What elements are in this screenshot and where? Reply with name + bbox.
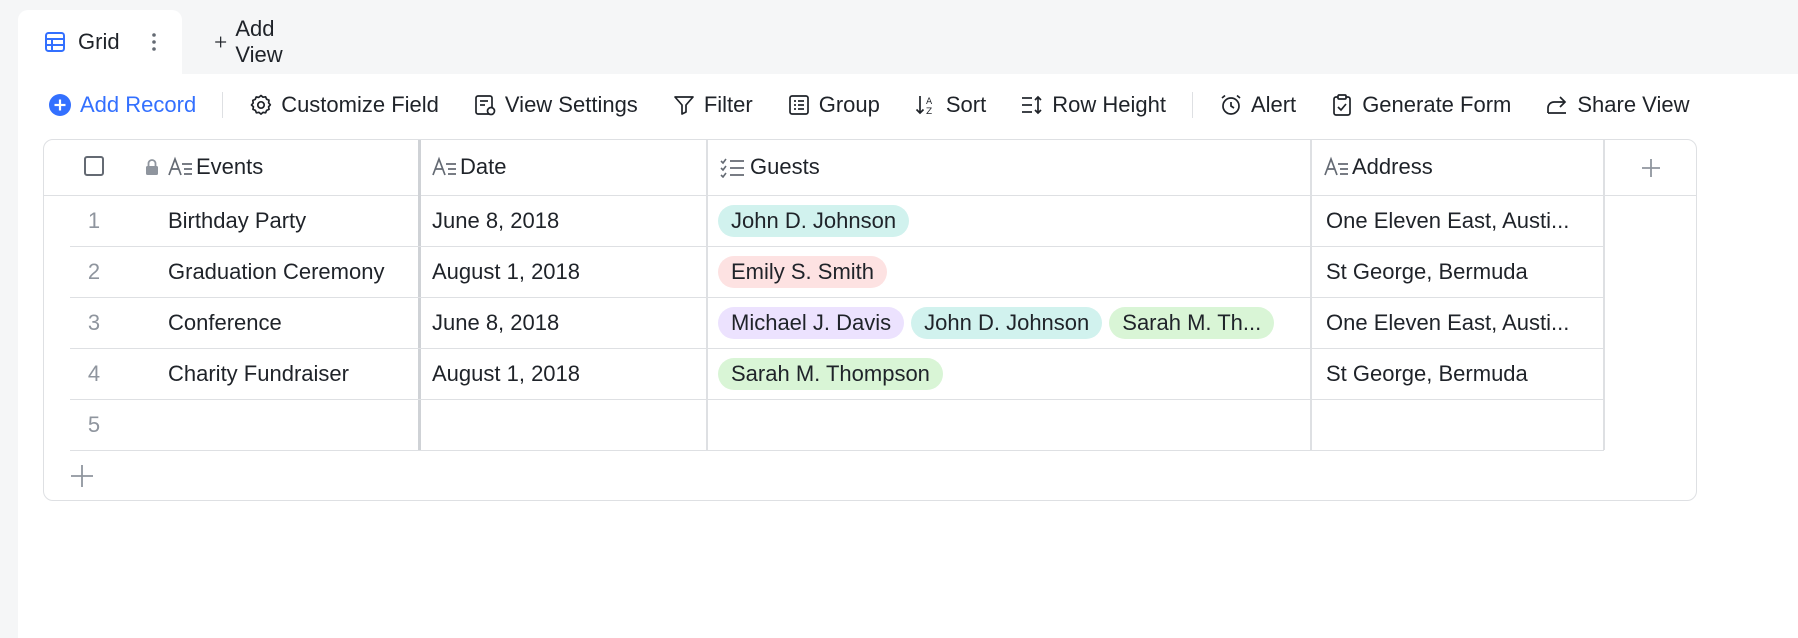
toolbar-divider xyxy=(222,92,224,118)
guest-tag: Michael J. Davis xyxy=(718,307,905,339)
cell-address[interactable]: St George, Bermuda xyxy=(1326,349,1596,399)
row-number: 4 xyxy=(87,361,101,386)
more-vertical-icon[interactable] xyxy=(148,30,160,54)
filter-icon xyxy=(673,96,694,115)
share-icon xyxy=(1547,96,1567,114)
guest-tag: Sarah M. Thompson xyxy=(718,358,943,390)
column-header-date[interactable]: Date xyxy=(432,140,506,194)
view-toolbar: Add Record Customize Field View Settings… xyxy=(48,84,1723,126)
alarm-clock-icon xyxy=(1221,94,1241,115)
cell-guests[interactable]: Michael J. Davis John D. Johnson Sarah M. … xyxy=(718,298,1308,348)
filter-button[interactable]: Filter xyxy=(672,92,753,118)
form-icon xyxy=(1333,94,1352,116)
cell-date[interactable]: August 1, 2018 xyxy=(432,349,702,399)
text-field-icon xyxy=(1324,156,1348,176)
cell-event[interactable]: Conference xyxy=(168,298,418,348)
sort-label: Sort xyxy=(945,92,987,117)
toolbar-divider xyxy=(1191,92,1193,118)
lock-icon xyxy=(146,159,158,175)
cell-date[interactable]: June 8, 2018 xyxy=(432,298,702,348)
guest-tag: John D. Johnson xyxy=(718,205,910,237)
add-row-icon[interactable] xyxy=(68,462,96,490)
cell-guests[interactable]: Sarah M. Thompson xyxy=(718,349,1308,399)
group-icon xyxy=(788,95,809,115)
alert-button[interactable]: Alert xyxy=(1219,92,1296,118)
cell-date[interactable]: June 8, 2018 xyxy=(432,196,702,246)
row-number: 2 xyxy=(87,259,101,284)
column-header-date-label: Date xyxy=(460,154,507,179)
text-field-icon xyxy=(432,156,456,176)
generate-form-label: Generate Form xyxy=(1362,92,1512,117)
row-height-button[interactable]: Row Height xyxy=(1020,92,1166,118)
cell-guests[interactable] xyxy=(718,400,1308,450)
guest-tag: Emily S. Smith xyxy=(718,256,888,288)
add-view-button[interactable]: Add View xyxy=(214,16,291,67)
cell-guests[interactable]: John D. Johnson xyxy=(718,196,1308,246)
cell-address[interactable]: One Eleven East, Austi... xyxy=(1326,298,1596,348)
cell-address[interactable] xyxy=(1326,400,1596,450)
svg-text:Z: Z xyxy=(926,107,932,117)
plus-icon xyxy=(215,36,227,48)
cell-address[interactable]: One Eleven East, Austi... xyxy=(1326,196,1596,246)
column-header-guests[interactable]: Guests xyxy=(720,140,820,194)
customize-field-label: Customize Field xyxy=(281,92,439,117)
alert-label: Alert xyxy=(1250,92,1297,117)
share-view-label: Share View xyxy=(1577,92,1690,117)
column-header-address-label: Address xyxy=(1352,154,1433,179)
add-circle-icon xyxy=(49,94,71,116)
guest-tag: Sarah M. Th... xyxy=(1109,307,1275,339)
row-number: 5 xyxy=(87,412,101,437)
cell-guests[interactable]: Emily S. Smith xyxy=(718,247,1308,297)
grid-view-icon xyxy=(45,32,65,52)
add-view-label: Add View xyxy=(235,16,283,67)
cell-event[interactable]: Birthday Party xyxy=(168,196,418,246)
add-record-button[interactable]: Add Record xyxy=(48,92,196,118)
table-row[interactable]: 5 xyxy=(70,400,1604,451)
tab-grid[interactable]: Grid xyxy=(18,10,182,74)
group-label: Group xyxy=(818,92,880,117)
table-row[interactable]: 1 Birthday Party June 8, 2018 John D. Johns… xyxy=(70,196,1604,247)
row-number: 3 xyxy=(87,310,101,335)
guest-tag: John D. Johnson xyxy=(911,307,1103,339)
filter-label: Filter xyxy=(703,92,753,117)
column-header-events-label: Events xyxy=(196,154,264,179)
gear-icon xyxy=(250,94,272,115)
column-header-address[interactable]: Address xyxy=(1324,140,1433,194)
generate-form-button[interactable]: Generate Form xyxy=(1330,92,1511,118)
cell-event[interactable]: Graduation Ceremony xyxy=(168,247,418,297)
tab-grid-label: Grid xyxy=(78,29,120,54)
cell-address[interactable]: St George, Bermuda xyxy=(1326,247,1596,297)
group-button[interactable]: Group xyxy=(787,92,880,118)
add-record-label: Add Record xyxy=(80,92,197,117)
row-number: 1 xyxy=(87,208,101,233)
multi-select-icon xyxy=(720,158,744,178)
column-header-guests-label: Guests xyxy=(750,154,820,179)
table-row[interactable]: 2 Graduation Ceremony August 1, 2018 Emily … xyxy=(70,247,1604,298)
table-row[interactable]: 3 Conference June 8, 2018 Michael J. Davis J… xyxy=(70,298,1604,349)
select-all-checkbox[interactable] xyxy=(84,156,104,176)
view-settings-icon xyxy=(475,95,496,116)
grid-header: Events Date Guests Address xyxy=(44,140,1604,196)
sort-button[interactable]: A Z Sort xyxy=(914,92,986,118)
row-height-label: Row Height xyxy=(1052,92,1166,117)
svg-text:A: A xyxy=(926,97,933,107)
data-grid: Events Date Guests Address 1 Birthday Pa… xyxy=(43,139,1697,501)
plus-icon xyxy=(1642,158,1660,177)
table-row[interactable]: 4 Charity Fundraiser August 1, 2018 Sarah M… xyxy=(70,349,1604,400)
view-settings-label: View Settings xyxy=(504,92,638,117)
row-height-icon xyxy=(1022,95,1042,115)
sort-icon: A Z xyxy=(915,96,933,117)
cell-date[interactable] xyxy=(432,400,702,450)
share-view-button[interactable]: Share View xyxy=(1545,92,1689,118)
cell-event[interactable] xyxy=(168,400,418,450)
add-column-button[interactable] xyxy=(1604,140,1696,196)
cell-event[interactable]: Charity Fundraiser xyxy=(168,349,418,399)
view-settings-button[interactable]: View Settings xyxy=(473,92,638,118)
text-field-icon xyxy=(168,156,192,176)
customize-field-button[interactable]: Customize Field xyxy=(249,92,439,118)
cell-date[interactable]: August 1, 2018 xyxy=(432,247,702,297)
column-header-events[interactable]: Events xyxy=(144,140,263,194)
